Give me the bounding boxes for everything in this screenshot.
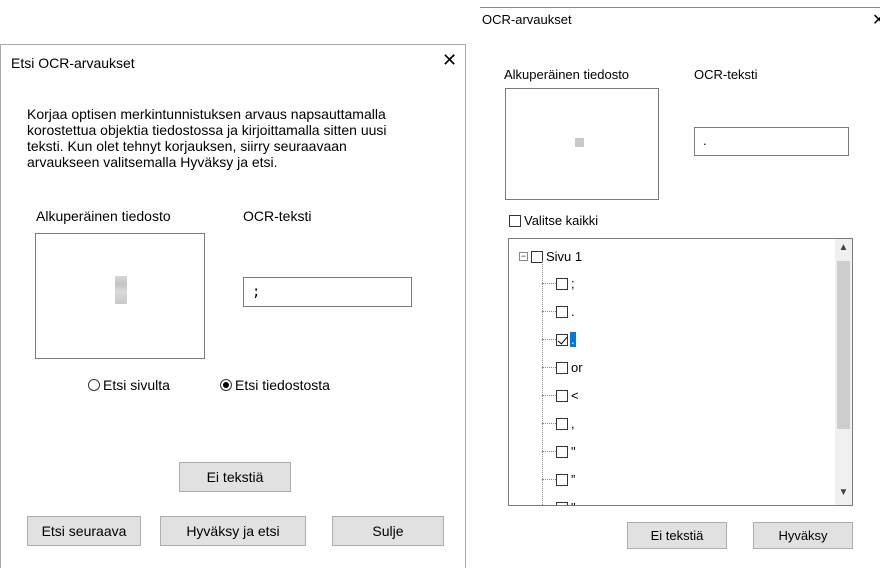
accept-button[interactable]: Hyväksy <box>753 522 853 549</box>
checkbox-icon[interactable] <box>556 277 568 290</box>
scroll-thumb[interactable] <box>837 261 850 429</box>
vertical-scrollbar[interactable]: ▲ ▼ <box>835 239 852 505</box>
tree-item[interactable]: . <box>542 332 576 347</box>
tree-root-page[interactable]: − Sivu 1 <box>519 249 582 264</box>
tree-item-label: . <box>570 332 576 347</box>
select-all-checkbox[interactable]: Valitse kaikki <box>509 213 598 228</box>
tree-item[interactable]: " <box>542 500 577 505</box>
tree-connector <box>542 283 556 284</box>
no-text-button[interactable]: Ei tekstiä <box>179 462 291 492</box>
tree-item[interactable]: , <box>542 416 576 431</box>
radio-label: Etsi tiedostosta <box>235 377 330 393</box>
collapse-icon[interactable]: − <box>519 252 528 261</box>
tree-item-label: , <box>571 416 575 431</box>
find-next-button[interactable]: Etsi seuraava <box>27 516 141 546</box>
instructions-line: Korjaa optisen merkintunnistuksen arvaus… <box>27 106 386 122</box>
checkbox-checked-icon[interactable] <box>556 333 568 346</box>
checkbox-icon[interactable] <box>556 361 568 374</box>
ocr-text-input[interactable]: . <box>694 127 849 156</box>
radio-search-file[interactable]: Etsi tiedostosta <box>220 377 330 393</box>
tree-item[interactable]: ; <box>542 276 576 291</box>
original-image-preview <box>505 88 659 200</box>
tree-connector <box>542 261 543 505</box>
accept-and-find-button[interactable]: Hyväksy ja etsi <box>160 516 306 546</box>
original-file-label: Alkuperäinen tiedosto <box>504 67 630 82</box>
instructions-line: korostettua objektia tiedostossa ja kirj… <box>27 122 387 138</box>
ocr-text-input[interactable]: ; <box>243 277 412 307</box>
tree-connector <box>542 311 556 312</box>
checkbox-icon[interactable] <box>556 389 568 402</box>
radio-circle-icon <box>88 379 100 391</box>
radio-label: Etsi sivulta <box>103 377 170 393</box>
close-button[interactable]: Sulje <box>332 516 444 546</box>
radio-search-page[interactable]: Etsi sivulta <box>88 377 170 393</box>
tree-item-label: " <box>571 444 576 459</box>
ocr-suspects-panel: OCR-arvaukset ✕ Alkuperäinen tiedosto OC… <box>480 0 880 568</box>
divider <box>480 7 880 8</box>
no-text-button[interactable]: Ei tekstiä <box>627 522 727 549</box>
original-image-preview <box>35 233 205 359</box>
find-ocr-suspects-dialog: Etsi OCR-arvaukset ✕ Korjaa optisen merk… <box>0 44 466 568</box>
checkbox-icon[interactable] <box>556 417 568 430</box>
checkbox-icon[interactable] <box>556 305 568 318</box>
ocr-text-label: OCR-teksti <box>694 67 758 82</box>
tree-connector <box>542 479 556 480</box>
tree-item-label: " <box>570 500 577 505</box>
tree-connector <box>542 451 556 452</box>
tree-connector <box>542 339 556 340</box>
tree-item-label: or <box>571 360 583 375</box>
tree-item[interactable]: ” <box>542 472 576 487</box>
scroll-up-icon[interactable]: ▲ <box>835 242 852 258</box>
tree-connector <box>542 423 556 424</box>
select-all-label: Valitse kaikki <box>524 213 599 228</box>
tree-item[interactable]: or <box>542 360 584 375</box>
panel-title: OCR-arvaukset <box>482 12 572 27</box>
tree-connector <box>542 367 556 368</box>
tree-item-label: < <box>571 388 579 403</box>
tree-item[interactable]: < <box>542 388 580 403</box>
tree-item[interactable]: " <box>542 444 577 459</box>
instructions-text: Korjaa optisen merkintunnistuksen arvaus… <box>27 106 457 170</box>
checkbox-icon <box>509 214 521 227</box>
ocr-text-label: OCR-teksti <box>243 208 312 224</box>
instructions-line: teksti. Kun olet tehnyt korjauksen, siir… <box>27 138 347 154</box>
dialog-title: Etsi OCR-arvaukset <box>11 55 135 71</box>
close-icon[interactable]: ✕ <box>872 10 880 30</box>
checkbox-icon[interactable] <box>556 445 568 458</box>
scroll-down-icon[interactable]: ▼ <box>835 487 852 503</box>
radio-circle-selected-icon <box>220 379 232 391</box>
glyph-image <box>575 138 584 147</box>
tree-item-label: ” <box>571 472 576 487</box>
glyph-image <box>115 276 127 304</box>
tree-connector <box>542 395 556 396</box>
checkbox-icon[interactable] <box>556 501 568 505</box>
checkbox-icon[interactable] <box>556 473 568 486</box>
original-file-label: Alkuperäinen tiedosto <box>36 208 171 224</box>
tree-item[interactable]: . <box>542 304 576 319</box>
instructions-line: arvaukseen valitsemalla Hyväksy ja etsi. <box>27 154 278 170</box>
tree-item-label: . <box>571 304 575 319</box>
close-icon[interactable]: ✕ <box>442 51 457 69</box>
suspects-tree[interactable]: − Sivu 1 ;.. or <, " ” " ▲ ▼ <box>508 238 853 506</box>
tree-root-label: Sivu 1 <box>546 249 583 264</box>
tree-item-label: ; <box>571 276 575 291</box>
